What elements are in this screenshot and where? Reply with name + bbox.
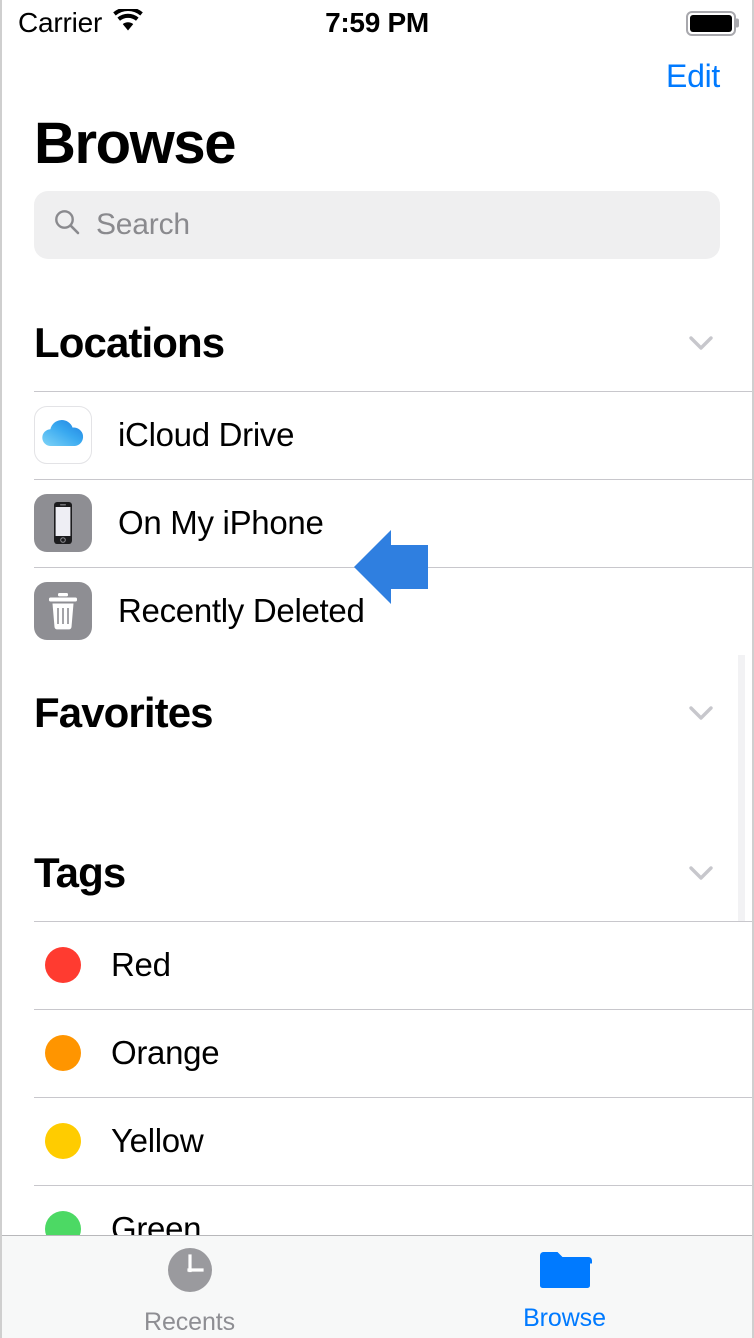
favorites-empty-area <box>2 761 752 815</box>
section-title-tags: Tags <box>34 848 126 896</box>
tab-browse[interactable]: Browse <box>377 1236 752 1338</box>
list-item-label: Red <box>111 945 171 983</box>
list-item-recently-deleted[interactable]: Recently Deleted <box>2 566 752 655</box>
chevron-down-icon[interactable] <box>678 690 724 736</box>
section-title-locations: Locations <box>34 318 225 366</box>
list-item-label: iCloud Drive <box>118 415 295 453</box>
navigation-bar: Edit <box>2 46 752 106</box>
chevron-down-icon[interactable] <box>678 320 724 366</box>
tag-color-dot <box>45 1034 81 1071</box>
list-item-tag-red[interactable]: Red <box>2 920 752 1009</box>
tag-color-dot <box>45 946 81 983</box>
trash-icon <box>34 581 92 640</box>
status-bar-right <box>686 10 739 36</box>
clock-icon <box>163 1243 217 1302</box>
search-icon <box>52 207 82 242</box>
edit-button[interactable]: Edit <box>666 58 720 95</box>
list-item-label: Recently Deleted <box>118 591 365 629</box>
status-bar-left: Carrier <box>18 6 144 39</box>
tag-color-dot <box>45 1122 81 1159</box>
search-bar-container: Search <box>2 190 752 285</box>
section-title-favorites: Favorites <box>34 688 214 736</box>
search-placeholder: Search <box>96 207 190 241</box>
chevron-down-icon[interactable] <box>678 850 724 896</box>
battery-fill <box>690 14 732 32</box>
section-header-favorites: Favorites <box>2 655 752 761</box>
list-item-label: Orange <box>111 1033 220 1071</box>
icloud-drive-icon <box>34 405 92 464</box>
status-bar: Carrier 7:59 PM <box>2 0 752 46</box>
list-item-label: Yellow <box>111 1121 204 1159</box>
section-header-locations: Locations <box>2 285 752 391</box>
iphone-screen: Carrier 7:59 PM Edit Browse Search Locat… <box>0 0 754 1338</box>
iphone-icon <box>34 493 92 552</box>
carrier-label: Carrier <box>18 7 103 38</box>
list-item-tag-orange[interactable]: Orange <box>2 1008 752 1097</box>
browse-list[interactable]: Locations iCloud Drive On My iPhone Rece… <box>2 285 752 1285</box>
list-item-icloud-drive[interactable]: iCloud Drive <box>2 390 752 479</box>
list-item-tag-yellow[interactable]: Yellow <box>2 1096 752 1185</box>
tab-label: Browse <box>523 1304 606 1332</box>
search-field[interactable]: Search <box>34 190 720 259</box>
folder-icon <box>538 1247 592 1298</box>
tab-recents[interactable]: Recents <box>2 1236 377 1338</box>
battery-icon <box>686 10 739 36</box>
wifi-icon <box>112 6 144 38</box>
tab-label: Recents <box>143 1308 235 1336</box>
battery-nub <box>736 18 739 28</box>
list-item-on-my-iphone[interactable]: On My iPhone <box>2 478 752 567</box>
tab-bar: Recents Browse <box>2 1235 752 1338</box>
page-title: Browse <box>34 111 237 176</box>
list-item-label: On My iPhone <box>118 503 324 541</box>
section-header-tags: Tags <box>2 815 752 921</box>
